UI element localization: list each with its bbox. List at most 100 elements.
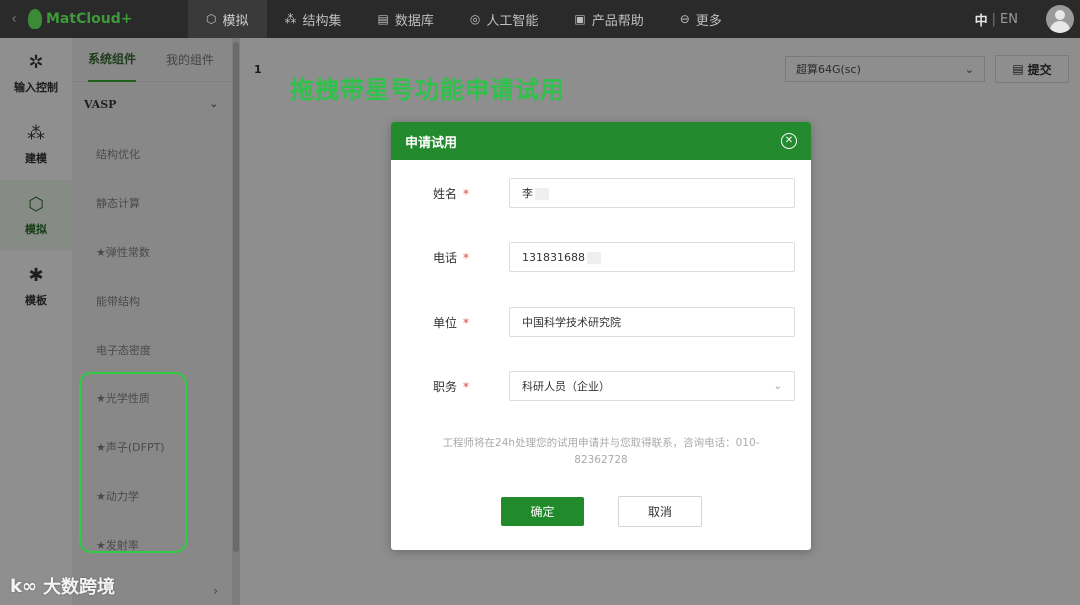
nav-label: 人工智能: [486, 13, 539, 29]
cancel-button[interactable]: 取消: [618, 496, 702, 527]
panel-scrollbar[interactable]: [232, 38, 240, 605]
required-mark: *: [463, 187, 470, 201]
phone-value: 131831688: [522, 250, 585, 264]
template-icon: ✱: [28, 265, 44, 286]
user-avatar-icon[interactable]: [1046, 5, 1074, 33]
instruction-overlay: 拖拽带星号功能申请试用: [290, 76, 565, 104]
form-row-position: 职务 * 科研人员（企业） ⌄: [391, 371, 811, 401]
machine-select-value: 超算64G(sc): [796, 63, 861, 76]
chevron-right-icon[interactable]: ›: [213, 584, 218, 598]
simulation-icon: ⬡: [28, 194, 44, 215]
back-arrow-icon[interactable]: ‹: [0, 11, 28, 27]
name-field[interactable]: 李: [509, 178, 795, 208]
rail-item-simulation[interactable]: ⬡ 模拟: [0, 180, 72, 251]
submit-button[interactable]: ▤ 提交: [995, 55, 1069, 83]
component-item[interactable]: 电子态密度: [72, 325, 232, 374]
logo-text: MatCloud+: [46, 11, 133, 27]
more-icon: ⊖: [679, 12, 690, 26]
lang-en[interactable]: EN: [1000, 12, 1018, 27]
confirm-button[interactable]: 确定: [501, 497, 584, 526]
rail-label: 建模: [25, 152, 47, 165]
watermark: k∞ 大数跨境: [10, 573, 115, 599]
position-select[interactable]: 科研人员（企业） ⌄: [509, 371, 795, 401]
top-navigation-bar: ‹ MatCloud+ ⬡ 模拟 ⁂ 结构集 ▤ 数据库 ◎ 人工智能 ▣ 产品…: [0, 0, 1080, 38]
nav-item-simulation[interactable]: ⬡ 模拟: [188, 0, 267, 38]
rail-item-modeling[interactable]: ⁂ 建模: [0, 109, 72, 180]
nav-item-ai[interactable]: ◎ 人工智能: [452, 0, 557, 38]
nav-label: 更多: [695, 13, 722, 29]
nav-label: 模拟: [222, 13, 249, 29]
chevron-down-icon: ⌄: [773, 380, 782, 392]
line-number: 1: [254, 63, 262, 76]
language-switch: 中 | EN: [975, 0, 1018, 38]
lang-zh[interactable]: 中: [975, 10, 988, 29]
app-logo[interactable]: MatCloud+: [28, 9, 188, 29]
component-item[interactable]: 静态计算: [72, 179, 232, 228]
field-label: 姓名 *: [433, 185, 469, 202]
position-value: 科研人员（企业）: [522, 380, 610, 393]
contact-note: 工程师将在24h处理您的试用申请并与您取得联系，咨询电话：010-8236272…: [442, 437, 760, 466]
close-icon[interactable]: ✕: [781, 133, 797, 149]
matcloud-logo-icon: [28, 9, 42, 29]
field-label-text: 职务: [433, 380, 458, 394]
component-item[interactable]: 结构优化: [72, 130, 232, 179]
group-title: VASP: [84, 97, 117, 111]
required-mark: *: [463, 251, 470, 265]
dialog-header: 申请试用 ✕: [391, 122, 811, 160]
chevron-down-icon: ⌄: [209, 98, 218, 110]
phone-field[interactable]: 131831688: [509, 242, 795, 272]
rail-item-template[interactable]: ✱ 模板: [0, 251, 72, 322]
field-label: 电话 *: [433, 249, 469, 266]
nav-item-help[interactable]: ▣ 产品帮助: [556, 0, 661, 38]
watermark-text: 大数跨境: [42, 577, 115, 598]
nav-item-database[interactable]: ▤ 数据库: [360, 0, 452, 38]
scrollbar-thumb[interactable]: [233, 42, 239, 552]
apply-trial-dialog: 申请试用 ✕ 姓名 * 李 电话 * 131831688 单位 * 中国科学技术研究院…: [391, 122, 811, 550]
main-nav: ⬡ 模拟 ⁂ 结构集 ▤ 数据库 ◎ 人工智能 ▣ 产品帮助 ⊖ 更多: [188, 0, 740, 38]
left-rail: ✲ 输入控制 ⁂ 建模 ⬡ 模拟 ✱ 模板: [0, 38, 72, 605]
vasp-group-header[interactable]: VASP ⌄: [72, 82, 232, 126]
organization-field[interactable]: 中国科学技术研究院: [509, 307, 795, 337]
required-mark: *: [463, 380, 470, 394]
required-mark: *: [463, 316, 470, 330]
help-icon: ▣: [574, 12, 586, 26]
database-icon: ▤: [377, 12, 389, 26]
watermark-logo-icon: k∞: [10, 575, 37, 597]
avatar-body: [1050, 21, 1070, 33]
component-item[interactable]: ★弹性常数: [72, 228, 232, 277]
avatar-head: [1055, 10, 1065, 20]
modeling-icon: ⁂: [27, 123, 45, 144]
organization-value: 中国科学技术研究院: [522, 316, 621, 329]
submit-label: 提交: [1027, 62, 1052, 77]
lang-separator: |: [991, 11, 997, 27]
starred-components-highlight: [79, 372, 187, 553]
name-value: 李: [522, 187, 533, 200]
dialog-title: 申请试用: [405, 135, 458, 151]
panel-tabs: 系统组件 我的组件: [72, 38, 232, 82]
rail-item-input-control[interactable]: ✲ 输入控制: [0, 38, 72, 109]
nav-label: 结构集: [302, 13, 342, 29]
ai-icon: ◎: [469, 12, 481, 26]
nav-label: 数据库: [394, 13, 434, 29]
rail-label: 输入控制: [14, 81, 58, 94]
field-label-text: 单位: [433, 316, 458, 330]
tab-my-components[interactable]: 我的组件: [166, 38, 214, 82]
field-label-text: 姓名: [433, 187, 458, 201]
structure-icon: ⁂: [284, 12, 297, 26]
nav-label: 产品帮助: [591, 13, 644, 29]
cube-icon: ⬡: [206, 12, 217, 26]
submit-icon: ▤: [1012, 62, 1024, 76]
field-label: 职务 *: [433, 378, 469, 395]
rail-label: 模板: [25, 294, 47, 307]
redaction-blur: [587, 251, 601, 264]
nav-item-more[interactable]: ⊖ 更多: [662, 0, 740, 38]
machine-select[interactable]: 超算64G(sc) ⌄: [785, 56, 985, 82]
input-control-icon: ✲: [28, 52, 44, 73]
form-row-name: 姓名 * 李: [391, 178, 811, 208]
form-row-organization: 单位 * 中国科学技术研究院: [391, 307, 811, 337]
tab-system-components[interactable]: 系统组件: [88, 38, 137, 82]
nav-item-structures[interactable]: ⁂ 结构集: [267, 0, 360, 38]
form-row-phone: 电话 * 131831688: [391, 242, 811, 272]
component-item[interactable]: 能带结构: [72, 276, 232, 325]
rail-label: 模拟: [25, 223, 47, 236]
